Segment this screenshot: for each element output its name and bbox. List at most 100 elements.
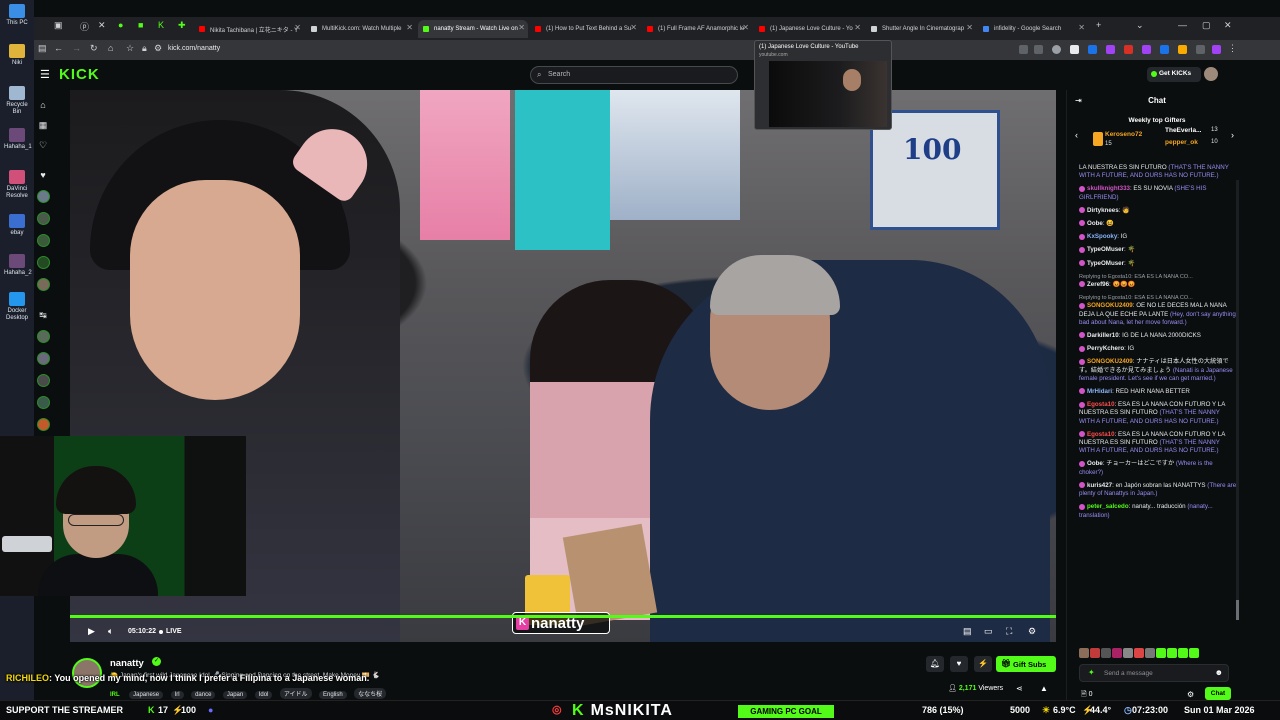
emote-icon[interactable] <box>1134 648 1144 658</box>
tag-chip[interactable]: Irl <box>170 691 184 699</box>
settings-icon[interactable]: ⚙ <box>1028 626 1036 637</box>
clip-icon[interactable]: ▤ <box>963 626 972 637</box>
window-close-icon[interactable]: ✕ <box>1224 20 1232 31</box>
search-input[interactable]: ⌕ Search <box>530 66 738 84</box>
chat-username[interactable]: PerryKchero <box>1087 345 1124 352</box>
close-icon[interactable]: ✕ <box>406 23 413 32</box>
record-icon[interactable] <box>1052 45 1061 54</box>
kicks-icon[interactable]: ✦ <box>1088 668 1095 677</box>
tab-text-behind[interactable]: (1) How to Put Text Behind a Su ✕ <box>530 20 640 38</box>
recommended-channel-avatar[interactable] <box>37 352 50 365</box>
report-icon[interactable]: ▲ <box>1040 684 1048 693</box>
fullscreen-icon[interactable]: ⛶ <box>1006 626 1012 637</box>
chevron-right-icon[interactable]: › <box>1231 130 1234 140</box>
tag-chip[interactable]: dance <box>191 691 216 699</box>
emote-icon[interactable] <box>1167 648 1177 658</box>
chat-username[interactable]: Egosta10 <box>1087 401 1115 408</box>
channel-points[interactable]: 🗎︎ 0 <box>1081 690 1092 701</box>
green-dot-icon[interactable]: ● <box>118 20 123 30</box>
zoom-icon[interactable] <box>1034 45 1043 54</box>
site-info-icon[interactable]: ⚙ <box>154 43 162 54</box>
video-progress-bar[interactable] <box>70 615 1056 618</box>
gifter-name[interactable]: Keroseno72 <box>1105 131 1142 138</box>
chevron-left-icon[interactable]: ‹ <box>1075 130 1078 140</box>
tag-chip[interactable]: Japanese <box>129 691 164 699</box>
desktop-icon-davinci[interactable]: DaVinci Resolve <box>4 170 30 200</box>
emoji-icon[interactable]: ☻ <box>1215 668 1223 677</box>
desktop-icon-niki[interactable]: Niki <box>4 44 30 67</box>
extension-blue-icon[interactable] <box>1088 45 1097 54</box>
extension-purple-icon[interactable] <box>1106 45 1115 54</box>
gift-subs-button[interactable]: 🎁︎ Gift Subs <box>996 656 1056 672</box>
chat-settings-icon[interactable]: ⚙ <box>1187 690 1194 699</box>
chat-username[interactable]: SONGOKU2409 <box>1087 358 1133 365</box>
user-avatar[interactable] <box>1204 67 1218 81</box>
chat-username[interactable]: peter_salcedo <box>1087 503 1129 510</box>
recommended-channel-avatar[interactable] <box>37 374 50 387</box>
desktop-icon-this-pc[interactable]: This PC <box>4 4 30 27</box>
install-icon[interactable] <box>1019 45 1028 54</box>
chat-username[interactable]: Dirtyknees <box>1087 207 1119 214</box>
extension-yellow-icon[interactable] <box>1178 45 1187 54</box>
chat-scrollbar-thumb[interactable] <box>1236 600 1239 620</box>
emote-icon[interactable] <box>1123 648 1133 658</box>
live-indicator[interactable]: LIVE <box>159 628 182 635</box>
theatre-mode-icon[interactable]: ▭ <box>984 626 993 637</box>
chat-username[interactable]: KxSpooky <box>1087 233 1117 240</box>
following-icon[interactable]: ♡ <box>36 140 50 154</box>
favorites-icon[interactable]: ♥ <box>36 170 50 184</box>
new-tab-icon[interactable]: + <box>1096 20 1101 30</box>
notification-button[interactable]: 🔔︎ <box>926 656 944 672</box>
star-icon[interactable] <box>1070 45 1079 54</box>
emote-icon[interactable] <box>1189 648 1199 658</box>
tag-chip[interactable]: ななち桜 <box>354 688 387 699</box>
close-icon[interactable]: ✕ <box>294 23 301 32</box>
maximize-icon[interactable]: ▢ <box>1202 20 1211 31</box>
close-icon[interactable]: ✕ <box>1078 23 1085 32</box>
close-icon[interactable]: ✕ <box>854 23 861 32</box>
chat-username[interactable]: Oobe <box>1087 220 1103 227</box>
chat-input[interactable]: ✦ Send a message ☻ <box>1079 664 1229 682</box>
menu-icon[interactable]: ☰ <box>40 68 50 81</box>
bookmark-icon[interactable]: ☆ <box>126 43 134 54</box>
reload-icon[interactable]: ↻ <box>90 43 98 54</box>
close-icon[interactable]: ✕ <box>630 23 637 32</box>
recommended-channel-avatar[interactable] <box>37 330 50 343</box>
chrome-menu-icon[interactable]: ⋮ <box>1228 43 1237 54</box>
desktop-icon-ebay[interactable]: ebay <box>4 214 30 237</box>
chat-username[interactable]: TypeOMuser <box>1087 260 1124 267</box>
url-field[interactable]: kick.com/nanatty <box>168 45 220 52</box>
kick-pin-2-icon[interactable]: ✚ <box>178 20 186 31</box>
emote-icon[interactable] <box>1178 648 1188 658</box>
tag-chip[interactable]: English <box>318 691 347 699</box>
close-icon[interactable]: ✕ <box>742 23 749 32</box>
chat-username[interactable]: Egosta10 <box>1087 431 1115 438</box>
kick-shortcut-icon[interactable]: ■ <box>138 20 143 30</box>
desktop-icon-hahaha-2[interactable]: Hahaha_2 <box>4 254 32 277</box>
forward-icon[interactable]: → <box>72 43 81 53</box>
followed-channel-avatar[interactable] <box>37 212 50 225</box>
puzzle-icon[interactable] <box>1196 45 1205 54</box>
tag-chip[interactable]: Idol <box>254 691 273 699</box>
followed-channel-avatar[interactable] <box>37 234 50 247</box>
chat-username[interactable]: Zeref96 <box>1087 281 1109 288</box>
browse-icon[interactable]: ▦ <box>36 120 50 134</box>
chat-username[interactable]: skullknight333 <box>1087 185 1130 192</box>
emote-icon[interactable] <box>1090 648 1100 658</box>
tab-google-search[interactable]: infidelity - Google Search ✕ <box>978 20 1088 38</box>
share-icon[interactable]: ⋖ <box>1016 684 1023 693</box>
emote-icon[interactable] <box>1156 648 1166 658</box>
chat-scrollbar[interactable] <box>1236 180 1239 620</box>
tab-shutter-angle[interactable]: Shutter Angle In Cinematograp ✕ <box>866 20 976 38</box>
extension-red-icon[interactable] <box>1124 45 1133 54</box>
tab-nanatty-active[interactable]: nanatty Stream - Watch Live on ✕ <box>418 20 528 38</box>
follow-button[interactable]: ♥ <box>950 656 968 672</box>
emote-icon[interactable] <box>1101 648 1111 658</box>
followed-channel-avatar[interactable] <box>37 278 50 291</box>
tab-anamorphic[interactable]: (1) Full Frame AF Anamorphic le ✕ <box>642 20 752 38</box>
kick-pin-icon[interactable]: K <box>158 20 164 30</box>
extension-blue-2-icon[interactable] <box>1160 45 1169 54</box>
chat-send-button[interactable]: Chat <box>1205 687 1231 700</box>
home-icon[interactable]: ⌂ <box>108 43 113 53</box>
tag-chip[interactable]: Japan <box>222 691 248 699</box>
